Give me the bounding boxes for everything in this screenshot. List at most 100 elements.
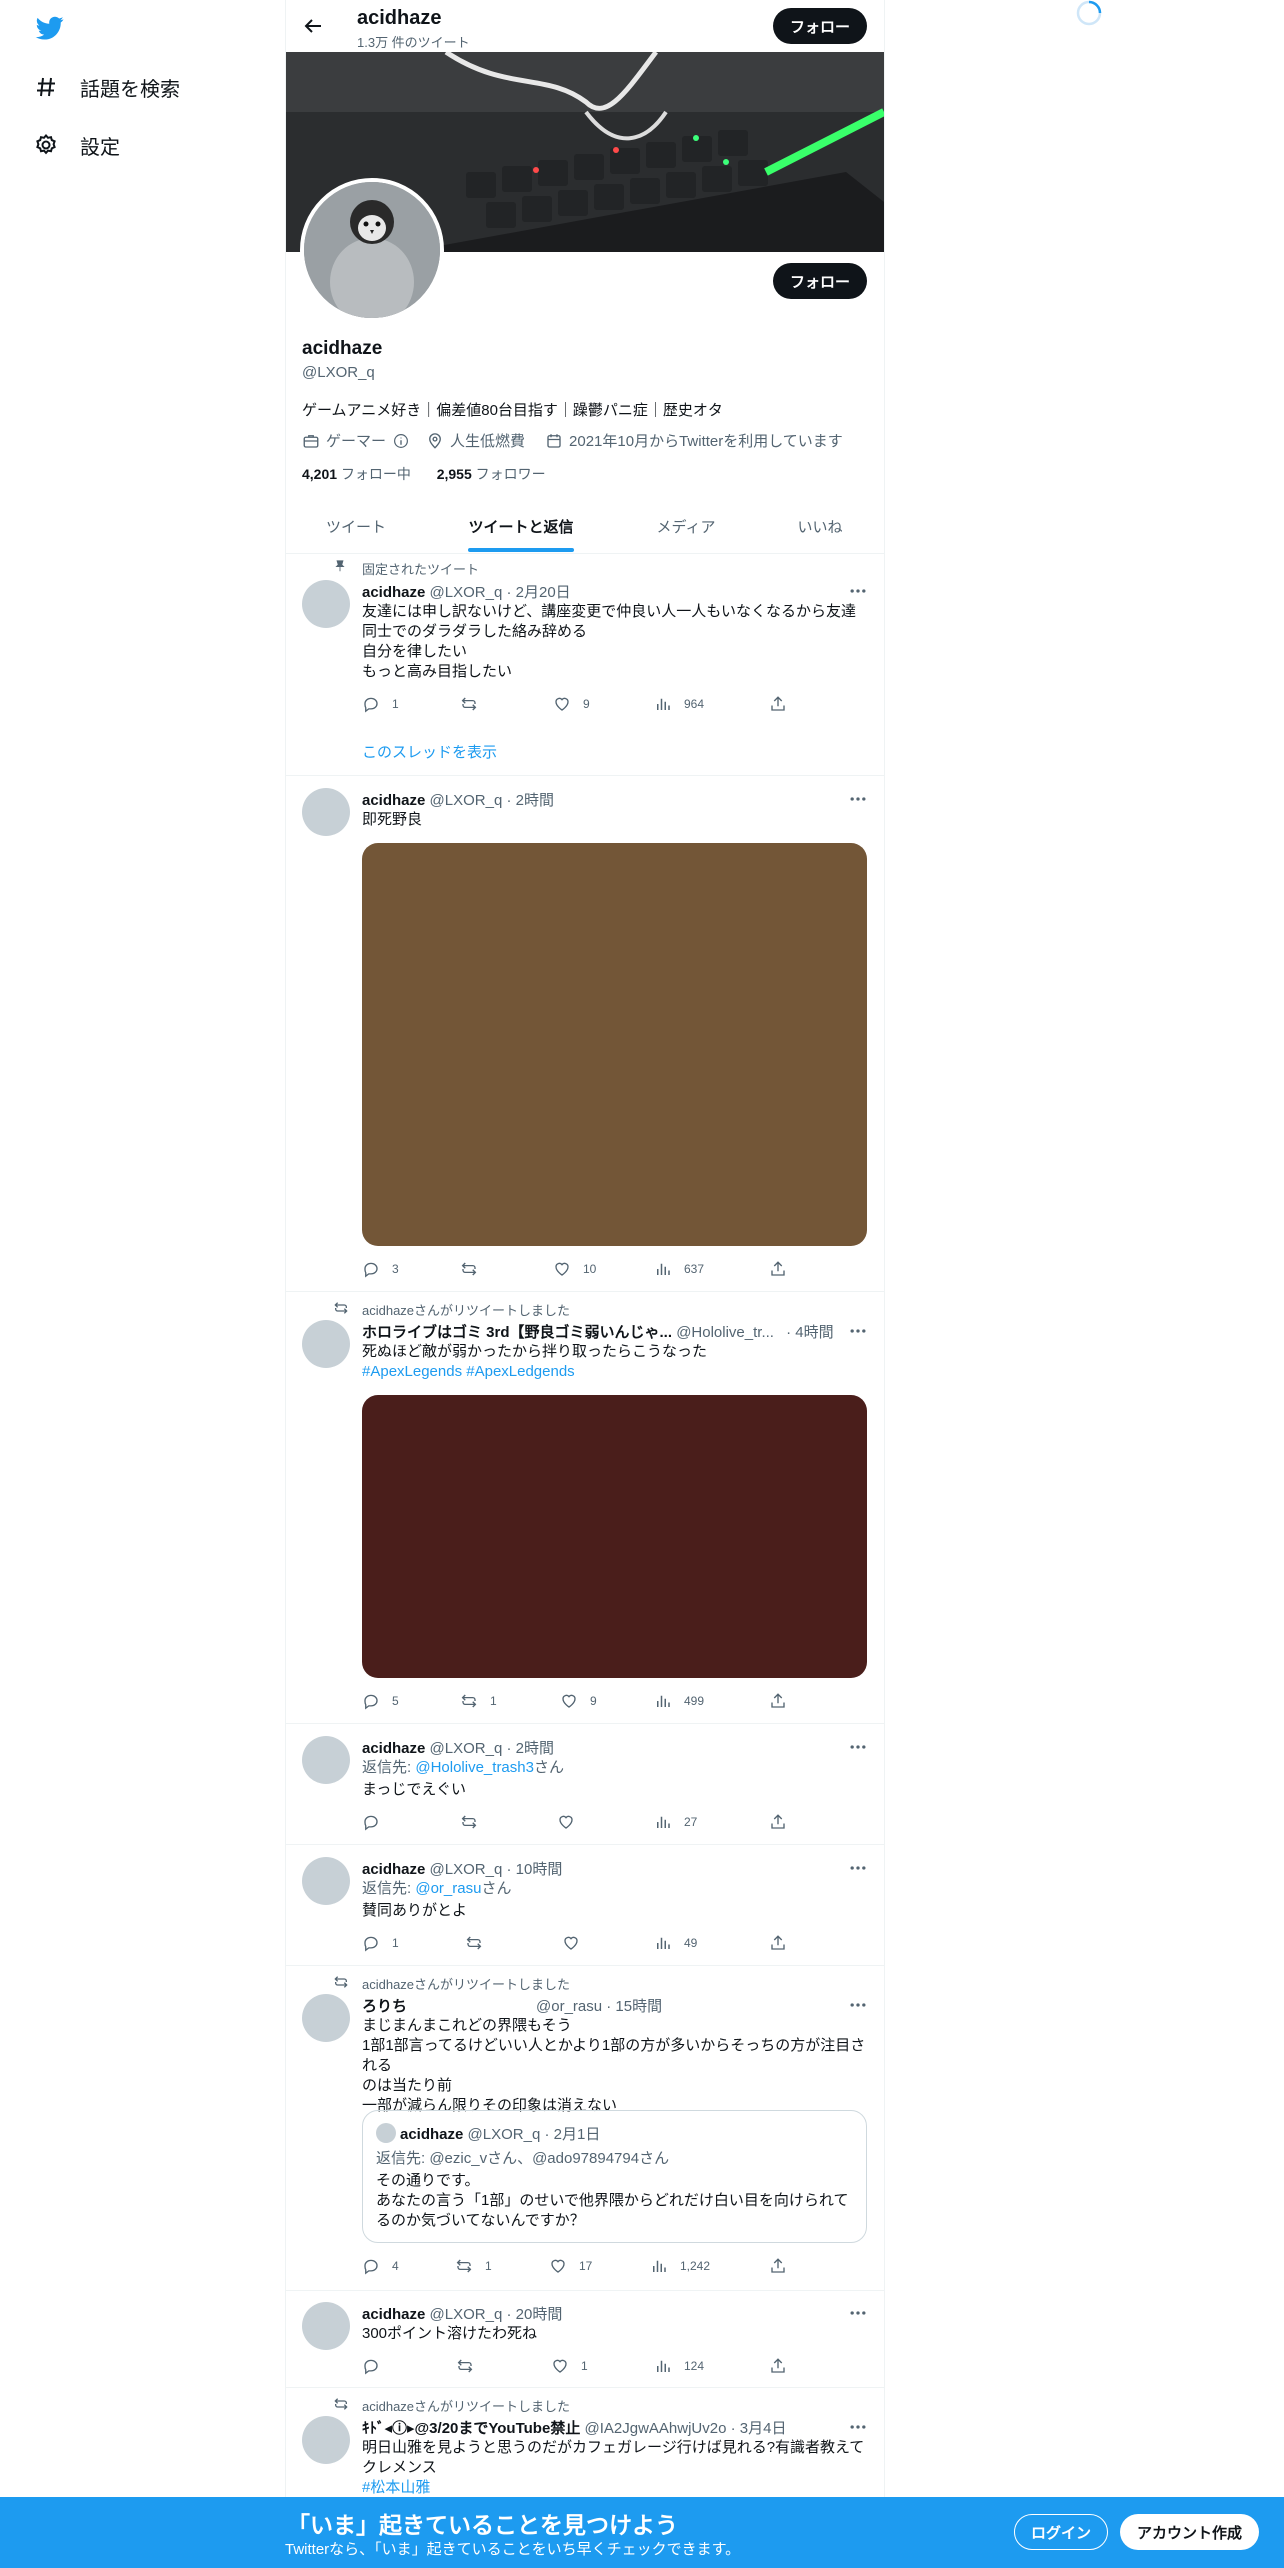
more-options-icon[interactable] (848, 1995, 868, 2015)
more-options-icon[interactable] (848, 1321, 868, 1341)
retweet-action[interactable]: 1 (455, 2257, 492, 2275)
tweet-author-name[interactable]: acidhaze (362, 792, 425, 809)
views-action[interactable]: 27 (654, 1813, 697, 1831)
more-options-icon[interactable] (848, 2417, 868, 2437)
tab-likes[interactable]: いいね (756, 500, 884, 553)
tab-media[interactable]: メディア (616, 500, 756, 553)
followers-link[interactable]: 2,955 フォロワー (437, 466, 546, 482)
tweet-author-name[interactable]: acidhaze (362, 584, 425, 601)
like-action[interactable]: 10 (553, 1260, 596, 1278)
reply-action[interactable]: 1 (362, 695, 399, 713)
like-action[interactable]: 9 (560, 1692, 597, 1710)
tweet-author-handle[interactable]: @LXOR_q (430, 2306, 503, 2323)
tweet-time[interactable]: · 4時間 (786, 1324, 834, 1341)
reply-action[interactable]: 5 (362, 1692, 399, 1710)
share-icon[interactable] (769, 695, 787, 713)
tweet-avatar[interactable] (302, 580, 350, 628)
share-icon[interactable] (769, 1260, 787, 1278)
tweet-author-name[interactable]: acidhaze (362, 2306, 425, 2323)
tweet-author-handle[interactable]: @LXOR_q (430, 1740, 503, 1757)
show-thread-link[interactable]: このスレッドを表示 (362, 741, 497, 762)
info-icon[interactable] (392, 432, 410, 450)
profile-follow-button[interactable]: フォロー (773, 263, 867, 299)
tweet-avatar[interactable] (302, 1994, 350, 2042)
like-action[interactable] (562, 1934, 580, 1952)
views-action[interactable]: 1,242 (650, 2257, 710, 2275)
retweet-action[interactable] (465, 1934, 483, 1952)
twitter-logo-icon[interactable] (34, 14, 66, 42)
retweet-action[interactable] (460, 1260, 490, 1278)
login-button[interactable]: ログイン (1014, 2514, 1108, 2550)
reply-action[interactable]: 1 (362, 1934, 399, 1952)
tweet-hashtags[interactable]: #ApexLegends #ApexLedgends (362, 1362, 575, 1382)
tweet-avatar[interactable] (302, 1857, 350, 1905)
header-follow-button[interactable]: フォロー (773, 8, 867, 44)
tweet-time[interactable]: · 20時間 (506, 2306, 562, 2323)
tweet-author-name[interactable]: ホロライブはゴミ 3rd【野良ゴミ弱いんじゃ... (362, 1324, 672, 1341)
tweet-time[interactable]: · 3月4日 (731, 2420, 787, 2437)
tweet-time[interactable]: · 2時間 (506, 1740, 554, 1757)
tweet-time[interactable]: · 2月20日 (506, 584, 570, 601)
views-action[interactable]: 124 (654, 2357, 704, 2375)
nav-settings[interactable]: 設定 (34, 125, 120, 165)
tweet-author-handle[interactable]: @Hololive_tr... (676, 1324, 774, 1341)
tweet-avatar[interactable] (302, 1736, 350, 1784)
following-link[interactable]: 4,201 フォロー中 (302, 466, 411, 482)
reply-action[interactable]: 4 (362, 2257, 399, 2275)
tweet-time[interactable]: · 2時間 (506, 792, 554, 809)
reply-action[interactable] (362, 2357, 380, 2375)
reply-action[interactable]: 3 (362, 1260, 399, 1278)
share-icon[interactable] (769, 1934, 787, 1952)
retweet-action[interactable] (460, 695, 490, 713)
tweet-avatar[interactable] (302, 1320, 350, 1368)
more-options-icon[interactable] (848, 1737, 868, 1757)
like-action[interactable]: 17 (549, 2257, 592, 2275)
views-action[interactable]: 49 (654, 1934, 697, 1952)
profile-avatar[interactable] (300, 178, 444, 322)
tweet-time[interactable]: · 10時間 (506, 1861, 562, 1878)
share-icon[interactable] (769, 2257, 787, 2275)
retweet-action[interactable] (456, 2357, 474, 2375)
reply-action[interactable] (362, 1813, 380, 1831)
retweeted-by-label[interactable]: acidhazeさんがリツイートしました (362, 2396, 570, 2415)
tweet-author-name[interactable]: acidhaze (362, 1740, 425, 1757)
like-action[interactable]: 9 (553, 695, 590, 713)
tweet-avatar[interactable] (302, 2302, 350, 2350)
share-icon[interactable] (769, 1692, 787, 1710)
tweet-author-name[interactable]: ｷﾄﾞ◂ⓘ▸@3/20までYouTube禁止 (362, 2420, 580, 2437)
more-options-icon[interactable] (848, 789, 868, 809)
tweet-author-handle[interactable]: @LXOR_q (430, 1861, 503, 1878)
views-action[interactable]: 499 (654, 1692, 704, 1710)
tweet-author-name[interactable]: acidhaze (362, 1861, 425, 1878)
like-action[interactable]: 1 (551, 2357, 588, 2375)
tweet-avatar[interactable] (302, 788, 350, 836)
retweeted-by-label[interactable]: acidhazeさんがリツイートしました (362, 1300, 570, 1319)
reply-to-handle[interactable]: @Hololive_trash3 (415, 1759, 534, 1776)
tweet-media-image[interactable] (362, 843, 867, 1246)
like-action[interactable] (557, 1813, 575, 1831)
tweet-hashtags[interactable]: #松本山雅 (362, 2478, 872, 2498)
tweet-avatar[interactable] (302, 2416, 350, 2464)
retweeted-by-label[interactable]: acidhazeさんがリツイートしました (362, 1974, 570, 1993)
tab-tweets[interactable]: ツイート (286, 500, 426, 553)
tweet-author-handle[interactable]: @IA2JgwAAhwjUv2o (585, 2420, 727, 2437)
views-action[interactable]: 964 (654, 695, 704, 713)
tweet-media-image[interactable] (362, 1395, 867, 1678)
retweet-action[interactable]: 1 (460, 1692, 497, 1710)
tab-tweets-and-replies[interactable]: ツイートと返信 (446, 500, 596, 553)
more-options-icon[interactable] (848, 2303, 868, 2323)
signup-button[interactable]: アカウント作成 (1120, 2514, 1259, 2550)
tweet-author-handle[interactable]: @LXOR_q (430, 792, 503, 809)
tweet-author-name[interactable]: ろりち (362, 1998, 407, 2015)
share-icon[interactable] (769, 2357, 787, 2375)
nav-explore[interactable]: 話題を検索 (34, 67, 180, 107)
retweet-action[interactable] (460, 1813, 478, 1831)
share-icon[interactable] (769, 1813, 787, 1831)
reply-to-handle[interactable]: @or_rasu (415, 1880, 481, 1897)
views-action[interactable]: 637 (654, 1260, 704, 1278)
tweet-author-handle[interactable]: @or_rasu (536, 1998, 602, 2015)
more-options-icon[interactable] (848, 581, 868, 601)
tweet-time[interactable]: · 15時間 (606, 1998, 662, 2015)
more-options-icon[interactable] (848, 1858, 868, 1878)
tweet-author-handle[interactable]: @LXOR_q (430, 584, 503, 601)
